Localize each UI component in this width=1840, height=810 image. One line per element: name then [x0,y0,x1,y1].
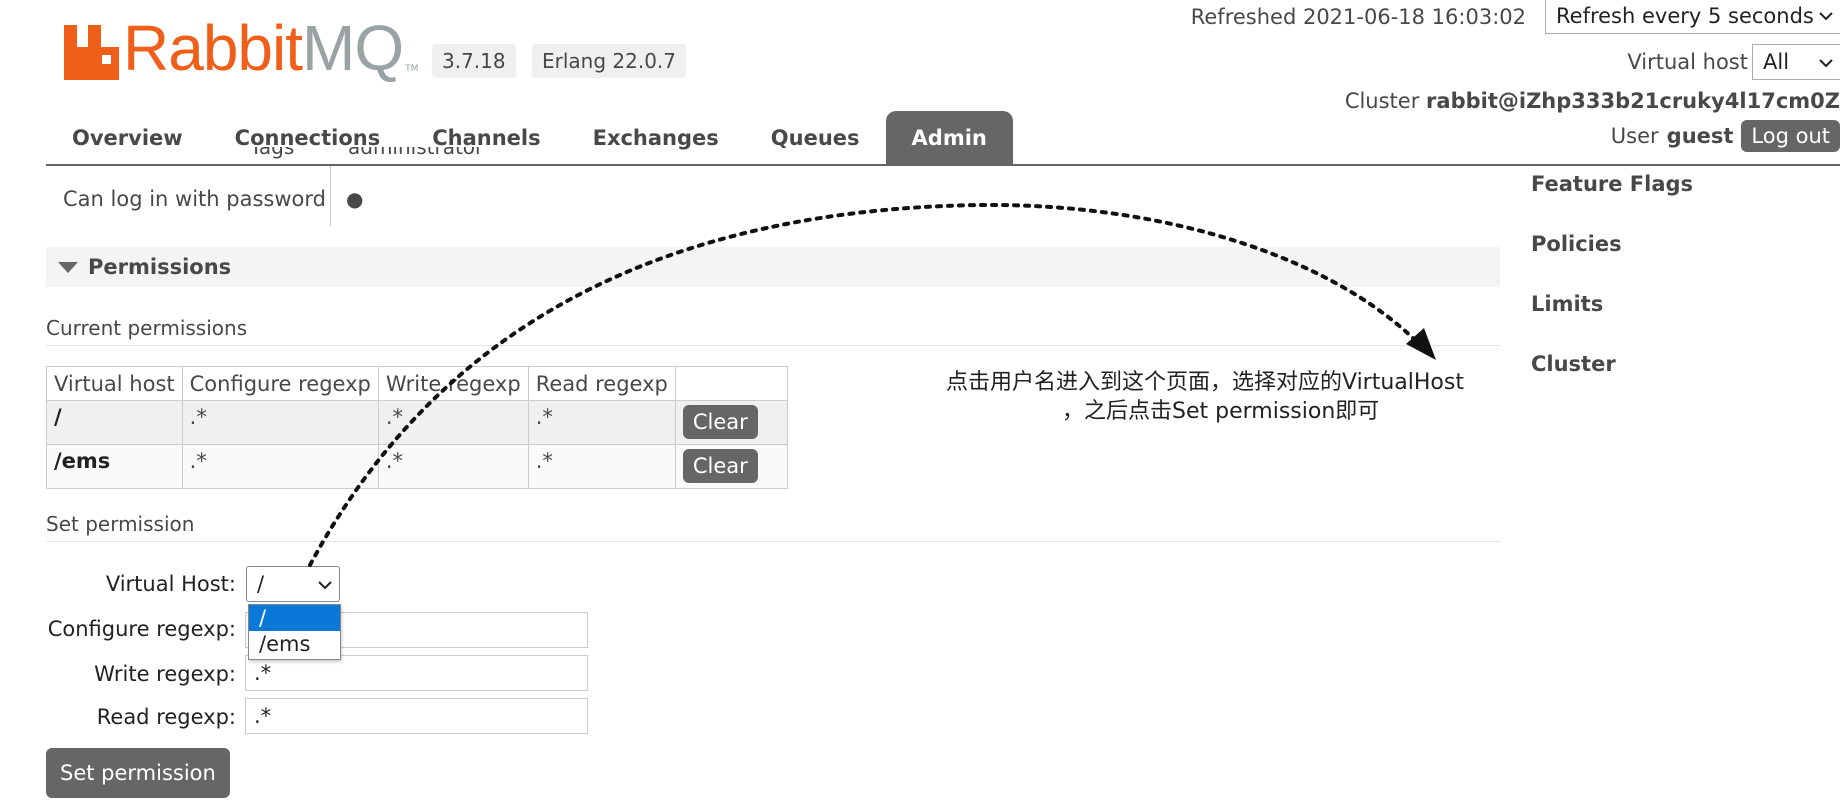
user-name: guest [1666,124,1734,148]
configure-regexp-label: Configure regexp: [47,617,236,641]
configure-cell: .* [181,444,379,489]
version-badge: 3.7.18 [432,44,516,78]
can-login-label: Can log in with password [63,187,326,211]
dropdown-option[interactable]: /ems [249,631,340,657]
table-row: / .* .* .* Clear [46,400,788,445]
chevron-down-icon [1819,59,1833,68]
logo-text: RabbitMQ [123,12,404,84]
vhost-cell[interactable]: /ems [46,444,183,489]
write-regexp-input[interactable]: .* [245,655,588,691]
chevron-down-icon [1819,12,1833,21]
read-regexp-label: Read regexp: [96,705,236,729]
set-permission-heading: Set permission [46,512,195,536]
vhost-cell[interactable]: / [46,400,183,445]
action-cell: Clear [674,444,788,489]
set-permission-button[interactable]: Set permission [46,748,230,798]
tags-value-clipped: administrator [348,147,484,159]
cluster-name: rabbit@iZhp333b21cruky4l17cm0Z [1426,89,1840,113]
action-cell: Clear [674,400,788,445]
user-info: User guest Log out [1611,118,1840,154]
tab-queues[interactable]: Queues [745,111,886,165]
read-cell: .* [527,400,676,445]
current-permissions-heading: Current permissions [46,316,248,340]
cluster-info: Cluster rabbit@iZhp333b21cruky4l17cm0Z [1345,86,1840,116]
read-regexp-input[interactable]: .* [245,698,588,734]
table-row: /ems .* .* .* Clear [46,444,788,489]
cluster-label: Cluster [1344,89,1420,113]
column-header: Read regexp [527,366,676,401]
permissions-section-header[interactable]: Permissions [46,247,1500,287]
main-nav: Overview Connections Channels Exchanges … [46,111,1013,165]
tags-label-clipped: Tags [250,147,295,159]
annotation-text: 点击用户名进入到这个页面，选择对应的VirtualHost ，之后点击Set p… [946,368,1526,426]
virtual-host-dropdown: / /ems [248,604,341,660]
read-cell: .* [527,444,676,489]
erlang-version-badge: Erlang 22.0.7 [532,44,687,78]
column-header [674,366,788,401]
details-divider [330,166,331,226]
tab-overview[interactable]: Overview [46,111,209,165]
column-header: Configure regexp [181,366,379,401]
clear-button[interactable]: Clear [682,449,758,483]
refreshed-timestamp: Refreshed 2021-06-18 16:03:02 [1190,5,1526,29]
rabbitmq-logo-icon [64,25,119,80]
collapse-triangle-icon [58,262,78,273]
side-menu-cluster[interactable]: Cluster [1531,352,1616,376]
logo-trademark: TM [405,64,419,74]
virtual-host-filter-label: Virtual host [1627,50,1748,74]
heading-underline [46,345,1500,346]
virtual-host-label: Virtual Host: [105,572,236,596]
side-menu-limits[interactable]: Limits [1531,292,1603,316]
permissions-section-title: Permissions [88,255,232,279]
column-header: Virtual host [46,366,183,401]
side-menu-policies[interactable]: Policies [1531,232,1622,256]
tab-exchanges[interactable]: Exchanges [567,111,745,165]
side-menu-feature-flags[interactable]: Feature Flags [1531,172,1693,196]
write-cell: .* [377,444,529,489]
logout-button[interactable]: Log out [1741,120,1840,152]
arrowhead-icon [1406,328,1436,360]
dropdown-option[interactable]: / [249,605,340,631]
write-cell: .* [377,400,529,445]
refresh-interval-select[interactable]: Refresh every 5 seconds [1545,0,1840,34]
virtual-host-filter-select[interactable]: All [1752,44,1840,80]
clear-button[interactable]: Clear [682,405,758,439]
rabbitmq-logo[interactable]: RabbitMQ TM [64,10,418,80]
configure-cell: .* [181,400,379,445]
annotation-line-1: 点击用户名进入到这个页面，选择对应的VirtualHost [946,370,1464,395]
heading-underline [46,541,1500,542]
column-header: Write regexp [377,366,529,401]
virtual-host-select[interactable]: / [246,566,340,602]
can-login-value: ● [346,187,364,211]
write-regexp-label: Write regexp: [94,662,236,686]
chevron-down-icon [318,581,332,590]
permissions-table: Virtual host Configure regexp Write rege… [46,366,788,489]
annotation-line-2: ，之后点击Set permission即可 [1062,399,1380,424]
user-label: User [1610,124,1659,148]
tab-admin[interactable]: Admin [885,111,1013,165]
